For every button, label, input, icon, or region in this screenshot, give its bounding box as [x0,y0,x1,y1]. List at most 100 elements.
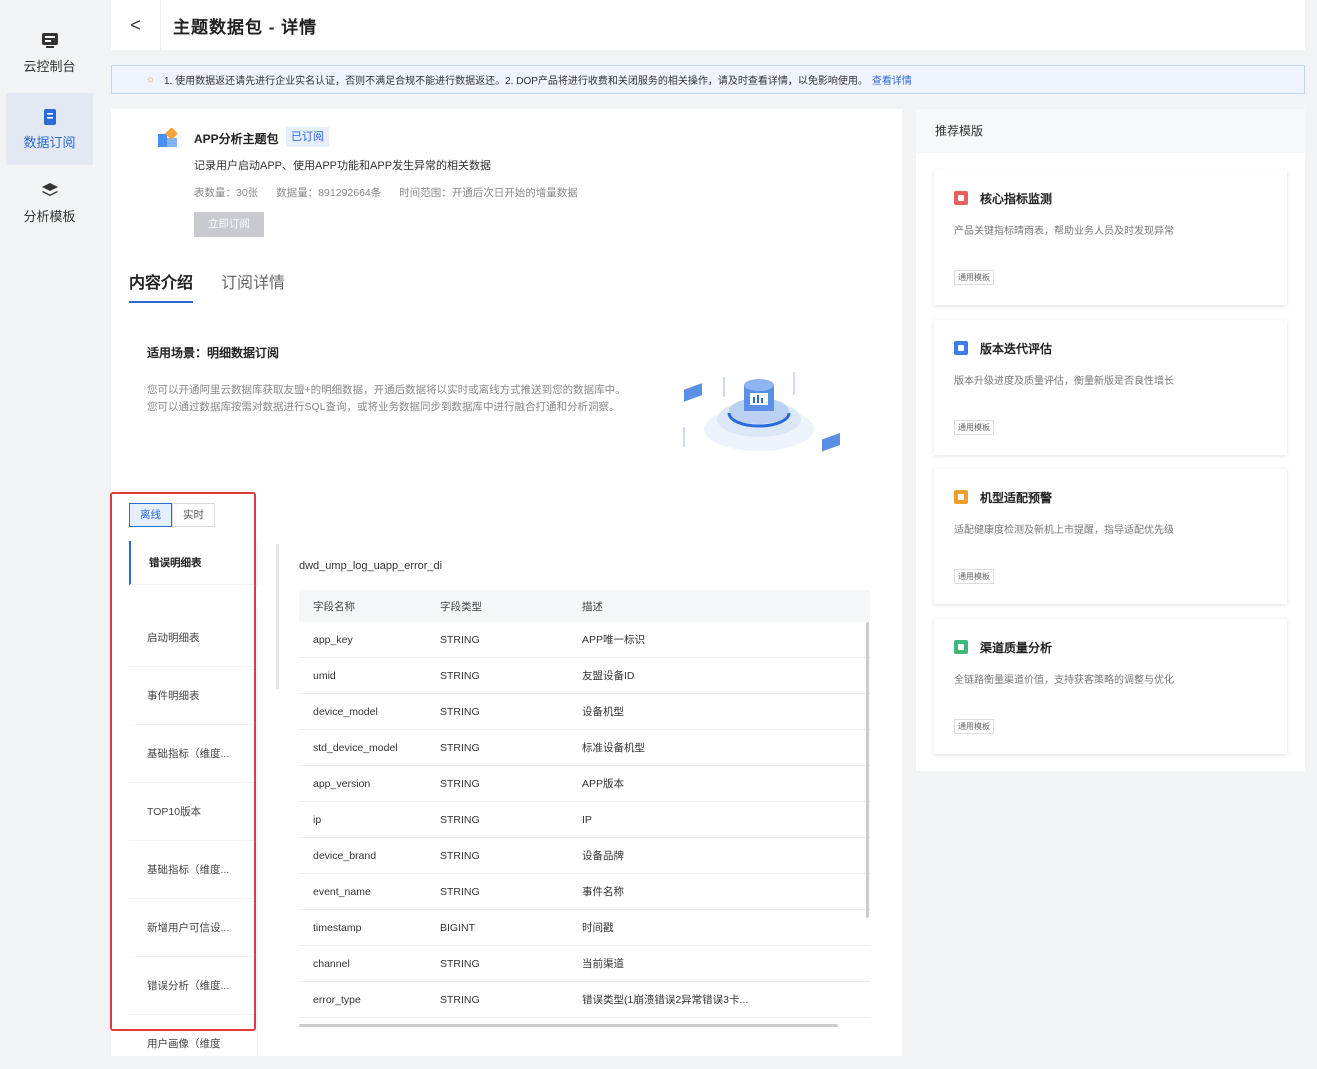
field-type: BIGINT [440,921,476,934]
left-nav: 云控制台 数据订阅 分析模板 [0,0,100,1069]
database-illustration [664,367,854,467]
table-row: app_key STRING APP唯一标识 [299,622,870,658]
lightbulb-icon: ☼ [146,74,156,85]
nav-item-data-subscription[interactable]: 数据订阅 [6,93,93,165]
field-desc: 错误类型(1崩溃错误2异常错误3卡... [582,994,749,1006]
field-name: timestamp [313,921,362,934]
table-horizontal-scrollbar[interactable] [299,1024,838,1027]
mode-realtime[interactable]: 实时 [172,503,215,527]
table-row: device_brand STRING 设备品牌 [299,838,870,874]
nav-item-label: 云控制台 [23,58,76,74]
recommend-title: 推荐模版 [916,109,1305,153]
table-list-item[interactable]: 启动明细表 [129,609,257,667]
tab-content-intro[interactable]: 内容介绍 [129,269,194,303]
document-icon [41,108,59,126]
content-tabs: 内容介绍 订阅详情 [129,269,285,303]
table-row: event_name STRING 事件名称 [299,874,870,910]
list-icon [954,341,968,355]
column-header: 描述 [582,600,603,613]
field-name: error_type [313,993,361,1006]
template-desc: 全链路衡量渠道价值，支持获客策略的调整与优化 [954,675,1174,686]
nav-item-analysis-template[interactable]: 分析模板 [6,167,93,239]
table-row: app_version STRING APP版本 [299,766,870,802]
nav-item-label: 分析模板 [23,208,76,224]
main-panel: APP分析主题包 已订阅 记录用户启动APP、使用APP功能和APP发生异常的相… [111,109,902,1056]
template-badge: 通用模板 [954,569,994,584]
mode-toggle: 离线 实时 [129,503,215,527]
field-desc: 设备品牌 [582,850,624,862]
table-list-item[interactable]: 新增用户可信设... [129,899,257,957]
table-row: timestamp BIGINT 时间戳 [299,910,870,946]
subscribe-button[interactable]: 立即订阅 [194,212,264,237]
template-badge: 通用模板 [954,719,994,734]
field-name: event_name [313,885,371,898]
field-type: STRING [440,849,480,862]
field-name: channel [313,957,350,970]
template-title: 版本迭代评估 [980,342,1053,356]
layers-icon [41,182,59,200]
field-type: STRING [440,885,480,898]
template-desc: 适配健康度检测及新机上市提醒，指导适配优先级 [954,525,1174,536]
template-desc: 版本升级进度及质量评估，衡量新版是否良性增长 [954,376,1174,387]
field-desc: APP唯一标识 [582,634,646,646]
table-list-item[interactable]: 基础指标（维度... [129,841,257,899]
template-badge: 通用模板 [954,420,994,435]
table-list: 错误明细表 启动明细表 事件明细表 基础指标（维度... TOP10版本 基础指… [129,541,257,1056]
table-row: error_type STRING 错误类型(1崩溃错误2异常错误3卡... [299,982,870,1018]
field-desc: 事件名称 [582,886,624,898]
back-button[interactable]: < [111,0,161,50]
notice-link[interactable]: 查看详情 [872,72,912,87]
table-list-item[interactable]: TOP10版本 [129,783,257,841]
field-type: STRING [440,705,480,718]
table-list-item[interactable]: 事件明细表 [129,667,257,725]
package-name: APP分析主题包 [194,132,279,146]
target-icon [954,191,968,205]
field-desc: APP版本 [582,778,625,790]
field-type: STRING [440,957,480,970]
nav-item-console[interactable]: 云控制台 [6,17,93,89]
template-card[interactable]: 核心指标监测 产品关键指标晴雨表，帮助业务人员及时发现异常 通用模板 [934,170,1287,305]
template-card[interactable]: 渠道质量分析 全链路衡量渠道价值，支持获客策略的调整与优化 通用模板 [934,619,1287,754]
field-type: STRING [440,777,480,790]
field-name: umid [313,669,336,682]
data-count: 数据量：891292664条 [276,187,382,199]
field-desc: 当前渠道 [582,958,624,970]
field-type: STRING [440,741,480,754]
chevron-left-icon: < [130,14,141,35]
template-desc: 产品关键指标晴雨表，帮助业务人员及时发现异常 [954,226,1174,237]
list-scrollbar[interactable] [276,544,279,689]
table-list-item[interactable]: 错误分析（维度... [129,957,257,1015]
field-type: STRING [440,813,480,826]
field-name: app_version [313,777,371,790]
package-description: 记录用户启动APP、使用APP功能和APP发生异常的相关数据 [194,160,492,172]
template-card[interactable]: 机型适配预警 适配健康度检测及新机上市提醒，指导适配优先级 通用模板 [934,469,1287,604]
column-header: 字段名称 [313,600,355,613]
template-title: 渠道质量分析 [980,641,1053,655]
status-badge: 已订阅 [286,127,329,147]
table-row: umid STRING 友盟设备ID [299,658,870,694]
field-name: device_model [313,705,378,718]
nav-item-label: 数据订阅 [23,134,76,150]
template-title: 机型适配预警 [980,491,1053,505]
mode-offline[interactable]: 离线 [129,503,172,527]
fields-table: 字段名称 字段类型 描述 app_key STRING APP唯一标识 umid ST… [299,590,870,1018]
monitor-icon [41,32,59,50]
table-row: channel STRING 当前渠道 [299,946,870,982]
grid-icon [954,640,968,654]
table-list-item[interactable]: 错误明细表 [129,541,257,585]
package-icon [158,127,178,148]
field-name: app_key [313,633,353,646]
device-icon [954,490,968,504]
table-list-item[interactable]: 基础指标（维度... [129,725,257,783]
table-list-item[interactable]: 用户画像（维度 [129,1015,257,1056]
table-vertical-scrollbar[interactable] [866,622,869,918]
tab-subscription-details[interactable]: 订阅详情 [221,269,285,303]
scene-title: 适用场景：明细数据订阅 [147,346,280,360]
field-name: ip [313,813,322,826]
table-row: std_device_model STRING 标准设备机型 [299,730,870,766]
template-card[interactable]: 版本迭代评估 版本升级进度及质量评估，衡量新版是否良性增长 通用模板 [934,320,1287,455]
table-header-row: 字段名称 字段类型 描述 [299,590,870,622]
time-range: 时间范围：开通后次日开始的增量数据 [399,187,578,199]
field-name: device_brand [313,849,377,862]
field-desc: 设备机型 [582,706,624,718]
